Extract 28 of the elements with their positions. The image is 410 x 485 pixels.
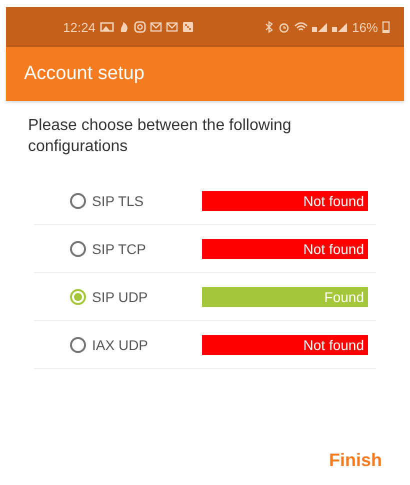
signal-icon: [312, 21, 328, 33]
configuration-label: SIP UDP: [92, 288, 149, 304]
finish-button[interactable]: Finish: [329, 450, 382, 471]
radio-button[interactable]: [70, 240, 86, 256]
prompt-text: Please choose between the following configurations: [28, 116, 292, 157]
bluetooth-icon: [264, 21, 274, 33]
battery-percent: 16%: [352, 20, 378, 34]
camera-icon: [134, 21, 146, 33]
status-label: Not found: [202, 238, 368, 258]
battery-icon: [382, 21, 390, 33]
status-time: 12:24: [63, 20, 96, 34]
radio-button[interactable]: [70, 192, 86, 208]
status-label: Not found: [202, 190, 368, 210]
alarm-icon: [278, 21, 290, 33]
configuration-label: SIP TLS: [92, 192, 145, 208]
status-label: Found: [202, 286, 368, 306]
radio-button[interactable]: [70, 336, 86, 352]
configuration-label: IAX UDP: [92, 336, 150, 352]
status-label: Not found: [202, 334, 368, 354]
radio-button[interactable]: [70, 288, 86, 304]
dice-icon: [182, 21, 194, 33]
mail-icon: [150, 21, 162, 33]
mail-icon: [166, 21, 178, 33]
photo-icon: [100, 21, 114, 33]
app-bar-title: Account setup: [24, 63, 144, 85]
configuration-label: SIP TCP: [92, 240, 147, 256]
wifi-icon: [294, 21, 308, 33]
signal-icon: [332, 21, 348, 33]
